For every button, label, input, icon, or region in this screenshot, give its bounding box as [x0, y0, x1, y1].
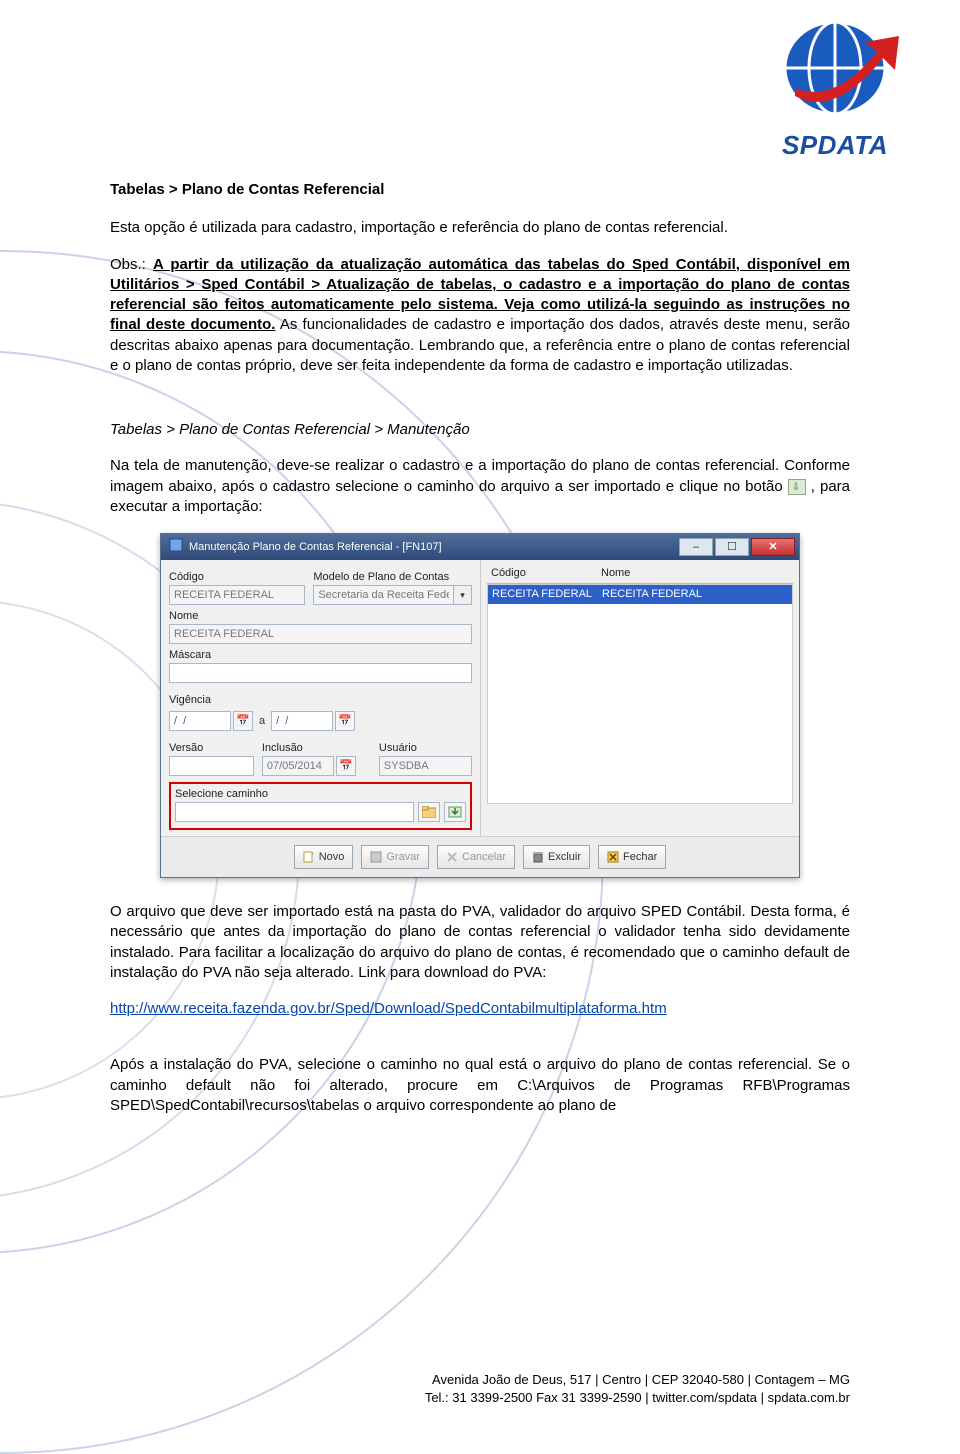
minimize-button[interactable]: – [679, 538, 713, 556]
list-cell-code: RECEITA FEDERAL [488, 585, 598, 604]
cancel-icon [446, 851, 458, 863]
instruction-text-a: Na tela de manutenção, deve-se realizar … [110, 457, 850, 494]
delete-icon [532, 851, 544, 863]
maximize-button[interactable]: ☐ [715, 538, 749, 556]
input-vigencia-to[interactable] [271, 711, 333, 731]
dialog-title: Manutenção Plano de Contas Referencial -… [189, 540, 442, 555]
list-col-nome: Nome [597, 564, 634, 583]
dialog-footer: Novo Gravar Cancelar Excluir Fechar [161, 836, 799, 877]
input-codigo[interactable] [169, 585, 305, 605]
label-vigencia: Vigência [169, 693, 472, 708]
pva-download-link[interactable]: http://www.receita.fazenda.gov.br/Sped/D… [110, 1000, 667, 1017]
intro-paragraph: Esta opção é utilizada para cadastro, im… [110, 218, 850, 238]
excluir-button[interactable]: Excluir [523, 845, 590, 869]
list-row[interactable]: RECEITA FEDERAL RECEITA FEDERAL [488, 585, 792, 604]
label-codigo: Código [169, 570, 305, 585]
label-a: a [259, 714, 265, 729]
input-inclusao[interactable] [262, 756, 334, 776]
new-icon [303, 851, 315, 863]
gravar-label: Gravar [386, 850, 420, 865]
list-header: Código Nome [487, 564, 793, 584]
label-selecione: Selecione caminho [175, 787, 466, 802]
calendar-icon[interactable]: 📅 [233, 711, 253, 731]
close-icon [607, 851, 619, 863]
after-install-paragraph: Após a instalação do PVA, selecione o ca… [110, 1055, 850, 1116]
input-nome[interactable] [169, 624, 472, 644]
list-body[interactable]: RECEITA FEDERAL RECEITA FEDERAL [487, 584, 793, 804]
list-cell-name: RECEITA FEDERAL [598, 585, 706, 604]
gravar-button[interactable]: Gravar [361, 845, 429, 869]
select-modelo[interactable] [313, 585, 454, 605]
page-footer: Avenida João de Deus, 517 | Centro | CEP… [425, 1371, 850, 1407]
download-link-paragraph: http://www.receita.fazenda.gov.br/Sped/D… [110, 999, 850, 1019]
page-content: Tabelas > Plano de Contas Referencial Es… [0, 0, 960, 1116]
obs-paragraph: Obs.: A partir da utilização da atualiza… [110, 255, 850, 377]
instruction-paragraph: Na tela de manutenção, deve-se realizar … [110, 456, 850, 517]
import-icon-inline: ⇩ [788, 479, 806, 495]
dialog-screenshot: Manutenção Plano de Contas Referencial -… [110, 533, 850, 878]
cancelar-button[interactable]: Cancelar [437, 845, 515, 869]
pva-paragraph: O arquivo que deve ser importado está na… [110, 902, 850, 983]
input-versao[interactable] [169, 756, 254, 776]
calendar-icon[interactable]: 📅 [336, 756, 356, 776]
dialog-window: Manutenção Plano de Contas Referencial -… [160, 533, 800, 878]
sub-breadcrumb: Tabelas > Plano de Contas Referencial > … [110, 420, 850, 440]
novo-button[interactable]: Novo [294, 845, 354, 869]
label-nome: Nome [169, 609, 472, 624]
window-icon [169, 538, 183, 557]
list-col-codigo: Código [487, 564, 597, 583]
input-path[interactable] [175, 802, 414, 822]
footer-address: Avenida João de Deus, 517 | Centro | CEP… [425, 1371, 850, 1389]
input-usuario[interactable] [379, 756, 472, 776]
label-inclusao: Inclusão [262, 741, 371, 756]
cancelar-label: Cancelar [462, 850, 506, 865]
chevron-down-icon[interactable]: ▾ [454, 585, 472, 605]
import-run-icon[interactable] [444, 802, 466, 822]
label-modelo: Modelo de Plano de Contas [313, 570, 472, 585]
novo-label: Novo [319, 850, 345, 865]
fechar-label: Fechar [623, 850, 657, 865]
save-icon [370, 851, 382, 863]
input-mascara[interactable] [169, 663, 472, 683]
breadcrumb-heading: Tabelas > Plano de Contas Referencial [110, 180, 850, 200]
label-versao: Versão [169, 741, 254, 756]
dialog-titlebar: Manutenção Plano de Contas Referencial -… [161, 534, 799, 560]
footer-contact: Tel.: 31 3399-2500 Fax 31 3399-2590 | tw… [425, 1389, 850, 1407]
excluir-label: Excluir [548, 850, 581, 865]
label-usuario: Usuário [379, 741, 472, 756]
path-highlight-box: Selecione caminho [169, 782, 472, 830]
browse-folder-icon[interactable] [418, 802, 440, 822]
fechar-button[interactable]: Fechar [598, 845, 666, 869]
label-mascara: Máscara [169, 648, 472, 663]
input-vigencia-from[interactable] [169, 711, 231, 731]
close-button[interactable]: ✕ [751, 538, 795, 556]
calendar-icon[interactable]: 📅 [335, 711, 355, 731]
obs-prefix: Obs.: [110, 256, 153, 273]
